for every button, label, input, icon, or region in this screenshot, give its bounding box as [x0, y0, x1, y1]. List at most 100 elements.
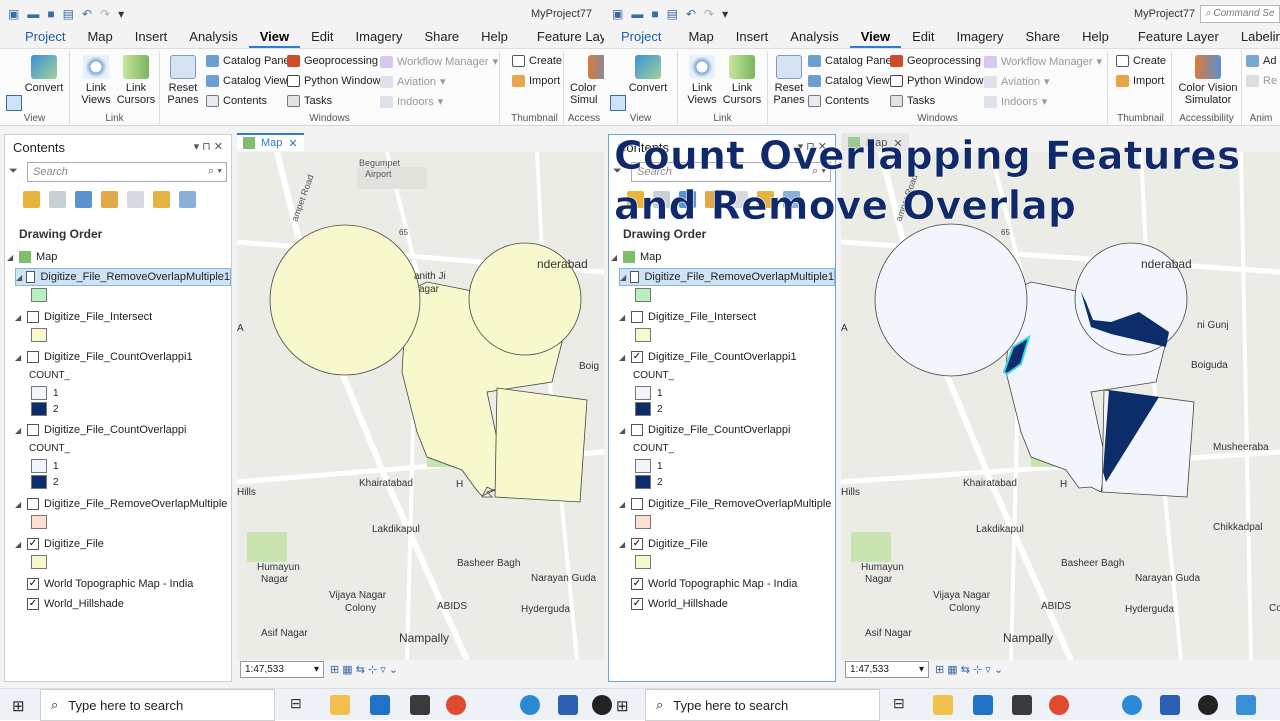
layer-visibility-checkbox[interactable] — [27, 351, 39, 363]
command-search-input[interactable]: ⌕ Command Se — [1200, 5, 1280, 23]
layer-visibility-checkbox[interactable]: ✓ — [27, 598, 39, 610]
count2-swatch[interactable] — [31, 475, 47, 489]
count2-swatch[interactable] — [635, 402, 651, 416]
collapse-icon[interactable]: ◢ — [16, 273, 26, 282]
layer-intersect[interactable]: ◢ Digitize_File_Intersect — [15, 308, 152, 326]
collapse-icon[interactable]: ◢ — [15, 353, 27, 362]
layer-removeoverlapmultiple1[interactable]: ◢ Digitize_File_RemoveOverlapMultiple1 — [15, 268, 231, 286]
layer-symbol-swatch[interactable] — [635, 288, 651, 302]
tab-map[interactable]: Map — [76, 28, 123, 48]
layer-symbol-swatch[interactable] — [635, 555, 651, 569]
collapse-icon[interactable]: ◢ — [7, 253, 19, 262]
link-views-button[interactable]: Link Views — [76, 55, 116, 106]
tab-imagery[interactable]: Imagery — [345, 28, 414, 48]
layer-symbol-swatch[interactable] — [31, 555, 47, 569]
contents-search-input[interactable]: Search ⌕ ▾ — [27, 162, 227, 182]
link-cursors-button[interactable]: Link Cursors — [722, 55, 762, 106]
project-icon[interactable]: ▣ — [612, 7, 623, 21]
tasks-button[interactable]: Tasks — [287, 95, 332, 107]
tab-share[interactable]: Share — [413, 28, 470, 48]
count2-swatch[interactable] — [31, 402, 47, 416]
save-as-icon[interactable]: ▤ — [667, 7, 678, 21]
layer-symbol-swatch[interactable] — [31, 515, 47, 529]
convert-button[interactable]: Convert — [24, 55, 64, 94]
layer-visibility-checkbox[interactable]: ✓ — [631, 598, 643, 610]
undo-icon[interactable]: ↶ — [82, 7, 92, 21]
list-by-snapping-icon[interactable] — [127, 191, 144, 208]
app-icon[interactable] — [592, 695, 612, 715]
collapse-icon[interactable]: ◢ — [611, 253, 623, 262]
reset-panes-button[interactable]: Reset Panes — [772, 55, 806, 106]
save-icon[interactable]: ■ — [47, 7, 54, 21]
layer-visibility-checkbox[interactable]: ✓ — [631, 578, 643, 590]
layer-countoverlappi1[interactable]: ◢ Digitize_File_CountOverlappi1 — [15, 348, 193, 366]
view-small-icon[interactable] — [6, 95, 22, 111]
layer-digitize-file[interactable]: ◢ ✓ Digitize_File — [15, 535, 104, 553]
count1-swatch[interactable] — [31, 386, 47, 400]
create-thumbnail-button[interactable]: Create — [512, 55, 562, 67]
tab-edit[interactable]: Edit — [300, 28, 344, 48]
map-status-tools-icon[interactable]: ⊞ ▦ ⇆ ⊹ ▿ ⌄ — [330, 663, 398, 676]
layer-symbol-swatch[interactable] — [31, 288, 47, 302]
import-thumbnail-button[interactable]: Import — [512, 75, 560, 87]
layer-symbol-swatch[interactable] — [635, 515, 651, 529]
taskbar-search-box[interactable]: ⌕ Type here to search — [40, 689, 275, 721]
tasks-button[interactable]: Tasks — [890, 95, 935, 107]
map-node[interactable]: ◢ Map — [611, 248, 661, 266]
collapse-icon[interactable]: ◢ — [15, 540, 27, 549]
indoors-button[interactable]: Indoors ▾ — [380, 95, 443, 108]
layer-visibility-checkbox[interactable] — [629, 271, 640, 283]
layer-visibility-checkbox[interactable] — [27, 311, 39, 323]
collapse-icon[interactable]: ◢ — [620, 273, 630, 282]
layer-countoverlappi[interactable]: ◢ Digitize_File_CountOverlappi — [15, 421, 186, 439]
window-app-icon[interactable] — [1236, 695, 1256, 715]
tab-edit[interactable]: Edit — [901, 28, 945, 48]
collapse-icon[interactable]: ◢ — [619, 353, 631, 362]
word-icon[interactable] — [1160, 695, 1180, 715]
snap-app-icon[interactable] — [1012, 695, 1032, 715]
pane-controls-icon[interactable]: ▾ ⊓ ✕ — [194, 140, 223, 153]
count1-swatch[interactable] — [31, 459, 47, 473]
scale-selector[interactable]: 1:47,533 ▾ — [240, 661, 324, 678]
word-icon[interactable] — [558, 695, 578, 715]
layer-world-topographic[interactable]: ✓ World Topographic Map - India — [631, 575, 797, 593]
taskbar-search-box[interactable]: ⌕ Type here to search — [645, 689, 880, 721]
tab-share[interactable]: Share — [1014, 28, 1071, 48]
layer-visibility-checkbox[interactable]: ✓ — [631, 538, 643, 550]
collapse-icon[interactable]: ◢ — [619, 313, 631, 322]
reset-panes-button[interactable]: Reset Panes — [166, 55, 200, 106]
undo-icon[interactable]: ↶ — [686, 7, 696, 21]
workflow-manager-button[interactable]: Workflow Manager ▾ — [984, 55, 1102, 68]
layer-digitize-file[interactable]: ◢ ✓ Digitize_File — [619, 535, 708, 553]
layer-world-hillshade[interactable]: ✓ World_Hillshade — [631, 595, 728, 613]
save-icon[interactable]: ■ — [651, 7, 658, 21]
add-animation-button[interactable]: Ad — [1246, 55, 1276, 67]
list-by-editing-icon[interactable] — [101, 191, 118, 208]
tab-project[interactable]: Project — [610, 28, 672, 48]
scale-selector[interactable]: 1:47,533 ▾ — [845, 661, 929, 678]
tab-analysis[interactable]: Analysis — [178, 28, 248, 48]
layer-symbol-swatch[interactable] — [635, 328, 651, 342]
chrome-icon[interactable] — [446, 695, 466, 715]
customize-toolbar-icon[interactable]: ▾ — [118, 7, 124, 21]
tab-map[interactable]: Map — [672, 28, 724, 48]
edge-icon[interactable] — [1122, 695, 1142, 715]
catalog-pane-button[interactable]: Catalog Pane — [808, 55, 892, 67]
redo-icon[interactable]: ↷ — [100, 7, 110, 21]
tab-project[interactable]: Project — [14, 28, 76, 48]
mail-icon[interactable] — [973, 695, 993, 715]
catalog-view-button[interactable]: Catalog View — [808, 75, 890, 87]
layer-visibility-checkbox[interactable]: ✓ — [27, 538, 39, 550]
collapse-icon[interactable]: ◢ — [15, 426, 27, 435]
collapse-icon[interactable]: ◢ — [619, 426, 631, 435]
catalog-view-button[interactable]: Catalog View — [206, 75, 288, 87]
file-explorer-icon[interactable] — [330, 695, 350, 715]
contents-button[interactable]: Contents — [808, 95, 869, 107]
layer-removeoverlapmultiple[interactable]: ◢ Digitize_File_RemoveOverlapMultiple — [619, 495, 831, 513]
remove-animation-button[interactable]: Re — [1246, 75, 1277, 87]
tab-feature-layer[interactable]: Feature Layer — [519, 28, 604, 48]
layer-intersect[interactable]: ◢ Digitize_File_Intersect — [619, 308, 756, 326]
aviation-button[interactable]: Aviation ▾ — [984, 75, 1049, 88]
count-circle-left[interactable] — [874, 223, 1028, 377]
layer-visibility-checkbox[interactable] — [631, 424, 643, 436]
